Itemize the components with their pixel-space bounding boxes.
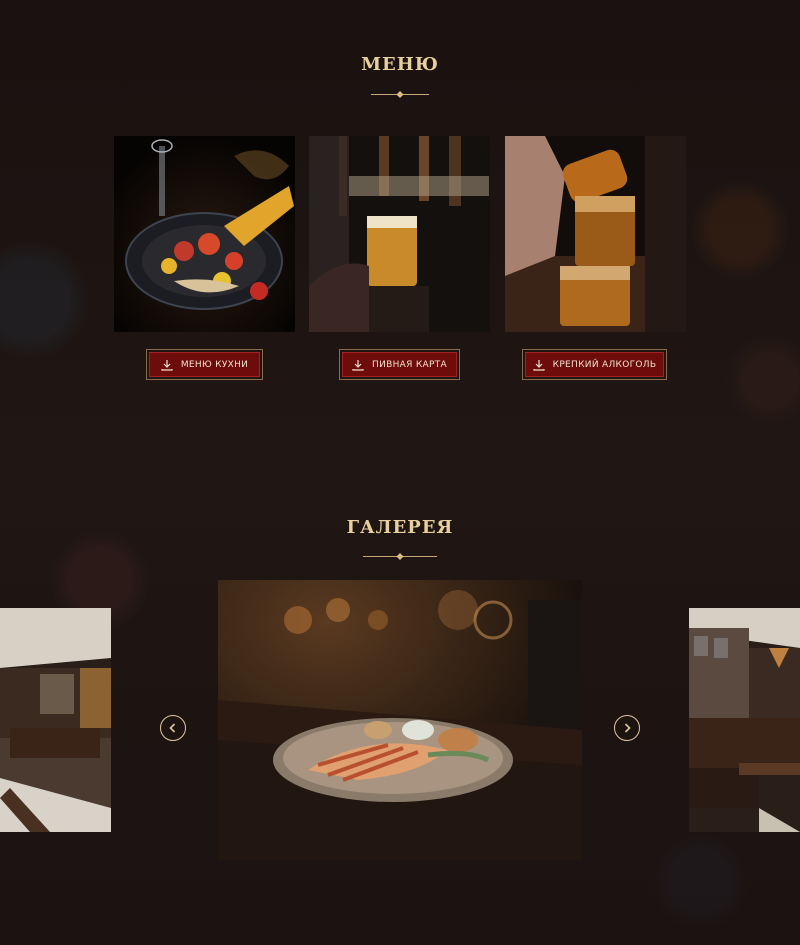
menu-photo-whiskey: [505, 136, 686, 332]
gallery-prev-button[interactable]: [160, 715, 186, 741]
gallery-image-prev[interactable]: [0, 608, 111, 832]
kitchen-menu-button-frame: МЕНЮ КУХНИ: [146, 349, 263, 380]
download-icon: [352, 359, 364, 371]
download-icon: [161, 359, 173, 371]
alcohol-menu-button-frame: КРЕПКИЙ АЛКОГОЛЬ: [522, 349, 667, 380]
gallery-image-current[interactable]: [218, 580, 582, 860]
beer-menu-button[interactable]: ПИВНАЯ КАРТА: [342, 352, 457, 377]
gallery-next-button[interactable]: [614, 715, 640, 741]
chevron-right-icon: [624, 723, 631, 733]
menu-title-divider: [371, 90, 429, 99]
menu-photo-beer: [309, 136, 490, 332]
beer-menu-button-frame: ПИВНАЯ КАРТА: [339, 349, 460, 380]
alcohol-menu-label: КРЕПКИЙ АЛКОГОЛЬ: [552, 359, 657, 370]
gallery-title-divider: [363, 552, 437, 561]
gallery-section-title: ГАЛЕРЕЯ: [346, 517, 454, 538]
kitchen-menu-button[interactable]: МЕНЮ КУХНИ: [149, 352, 260, 377]
alcohol-menu-button[interactable]: КРЕПКИЙ АЛКОГОЛЬ: [525, 352, 664, 377]
menu-section-title: МЕНЮ: [361, 54, 439, 75]
gallery-image-next[interactable]: [689, 608, 800, 832]
chevron-left-icon: [169, 723, 176, 733]
download-icon: [533, 359, 545, 371]
menu-photo-food: [114, 136, 295, 332]
beer-menu-label: ПИВНАЯ КАРТА: [372, 359, 447, 370]
kitchen-menu-label: МЕНЮ КУХНИ: [180, 359, 249, 370]
